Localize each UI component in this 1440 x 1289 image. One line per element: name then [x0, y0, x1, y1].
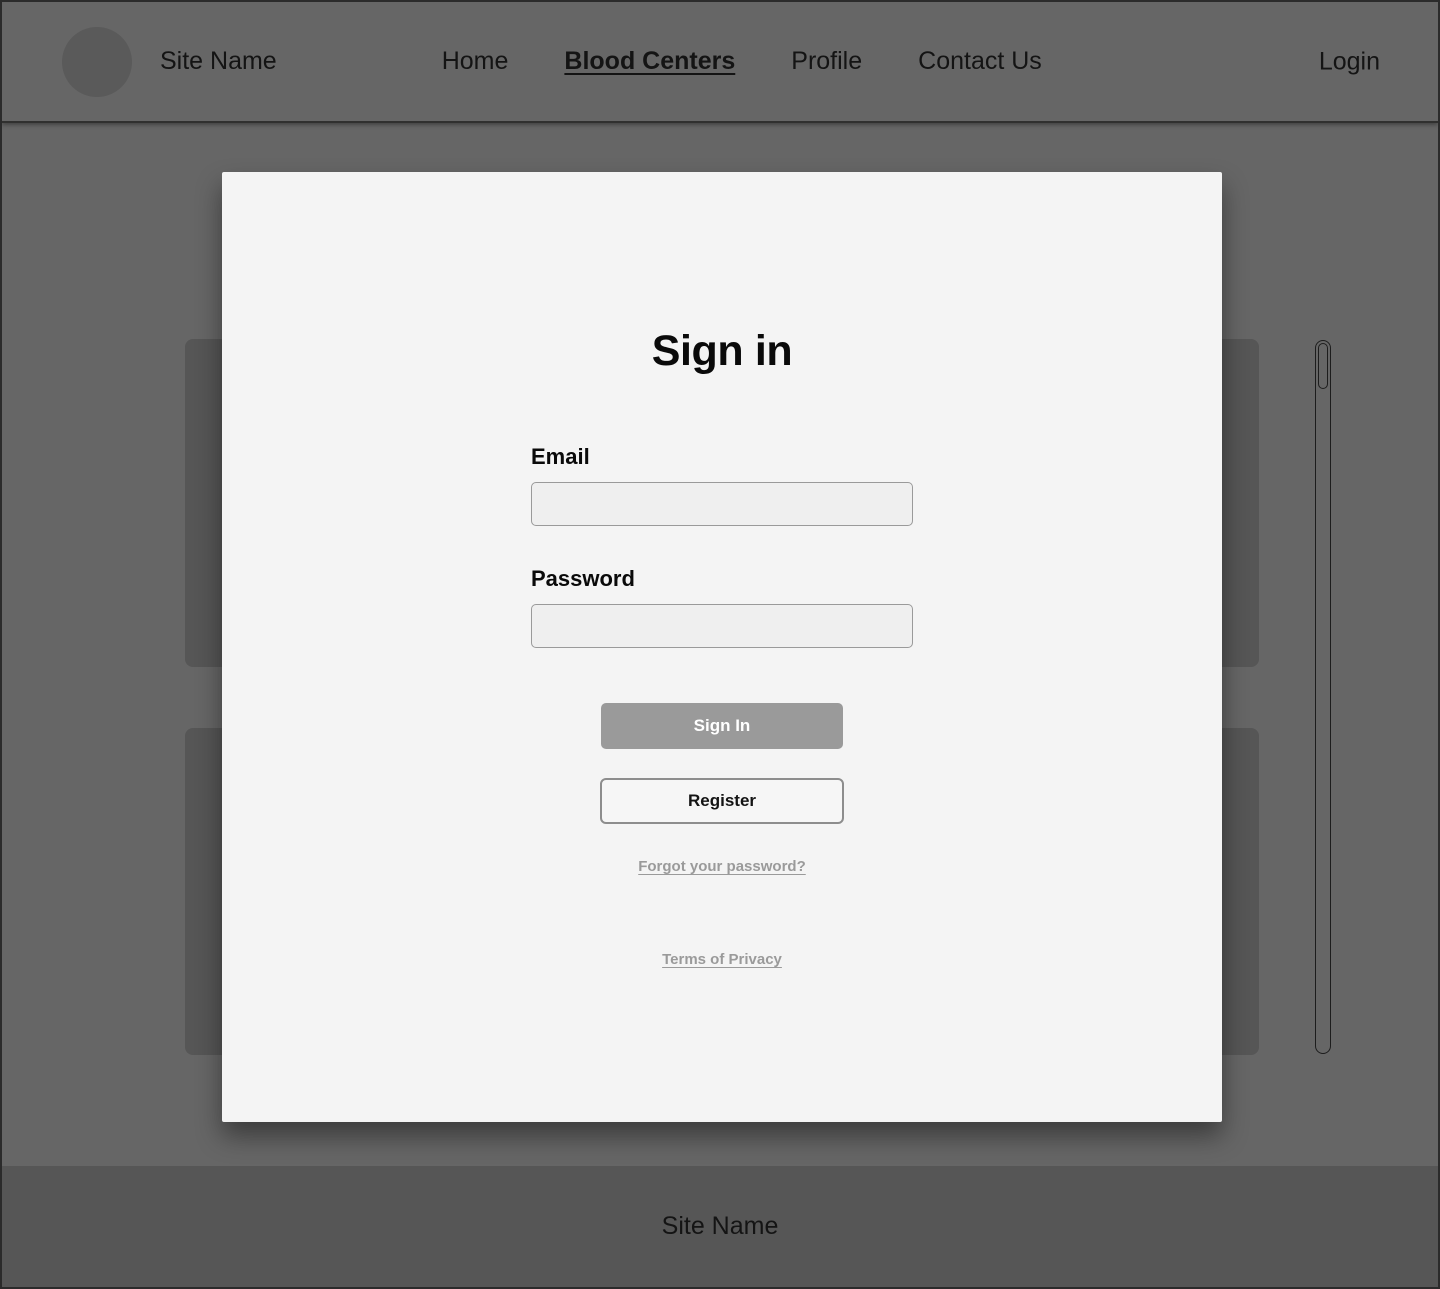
- email-label: Email: [531, 444, 590, 469]
- password-input[interactable]: [531, 604, 913, 648]
- register-button[interactable]: Register: [600, 778, 844, 824]
- email-input[interactable]: [531, 482, 913, 526]
- nav-item-profile[interactable]: Profile: [791, 47, 862, 76]
- login-link[interactable]: Login: [1319, 47, 1380, 76]
- nav-item-home[interactable]: Home: [442, 47, 509, 76]
- terms-of-privacy-link[interactable]: Terms of Privacy: [222, 951, 1222, 968]
- footer-site-name: Site Name: [661, 1212, 779, 1240]
- email-group: Email: [531, 444, 913, 526]
- list-scrollbar-thumb[interactable]: [1318, 343, 1328, 389]
- brand[interactable]: Site Name: [62, 26, 277, 97]
- password-group: Password: [531, 566, 913, 648]
- sign-in-form: Email Password Sign In Register Forgot y…: [531, 444, 913, 875]
- sign-in-modal: Sign in Email Password Sign In Register …: [222, 172, 1222, 1122]
- site-header: Site Name Home Blood Centers Profile Con…: [2, 2, 1438, 123]
- password-label: Password: [531, 566, 635, 591]
- sign-in-button[interactable]: Sign In: [601, 703, 843, 749]
- page-title: Sign in: [651, 327, 793, 375]
- forgot-password-link[interactable]: Forgot your password?: [531, 858, 913, 875]
- list-scrollbar[interactable]: [1315, 340, 1331, 1054]
- nav-item-contact-us[interactable]: Contact Us: [918, 47, 1042, 76]
- site-footer: Site Name: [2, 1166, 1438, 1287]
- page-root: Site Name Home Blood Centers Profile Con…: [0, 0, 1440, 1289]
- nav-item-blood-centers[interactable]: Blood Centers: [564, 47, 735, 76]
- main-nav: Home Blood Centers Profile Contact Us: [442, 47, 1042, 76]
- brand-name: Site Name: [160, 47, 277, 75]
- circle-avatar-icon: [62, 26, 132, 97]
